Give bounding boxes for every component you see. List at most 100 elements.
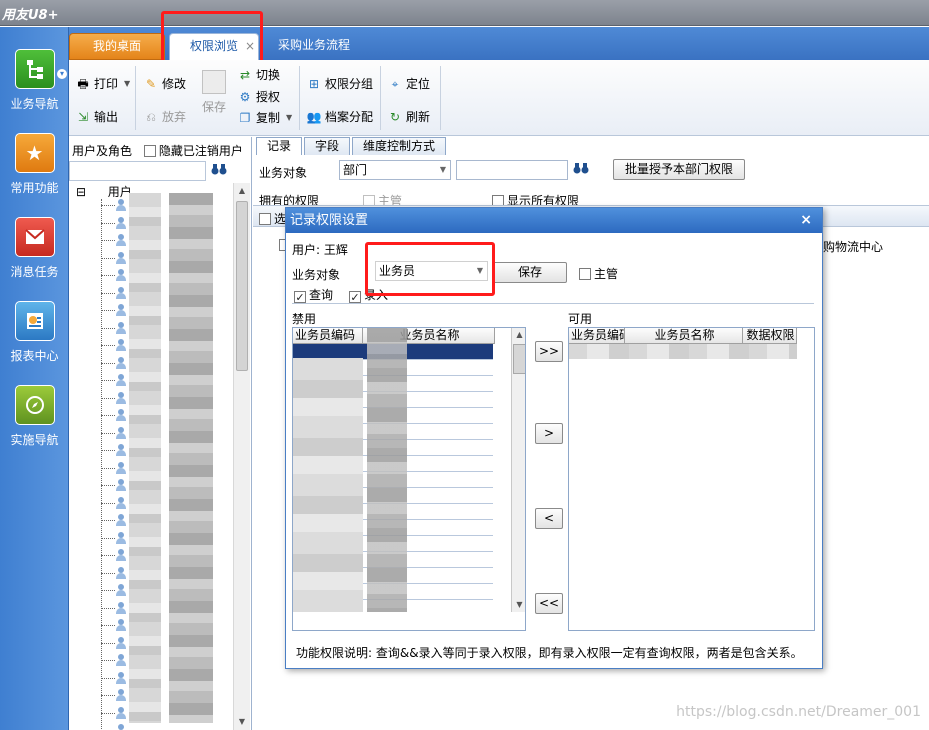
refresh-button[interactable]: ↻ 刷新 bbox=[387, 106, 430, 128]
copy-button[interactable]: ❐ 复制 ▼ bbox=[237, 107, 293, 129]
authorize-button[interactable]: ⚙ 授权 bbox=[237, 86, 280, 108]
user-icon[interactable] bbox=[115, 409, 127, 421]
nav-expand-icon[interactable]: ▾ bbox=[57, 69, 67, 79]
nav-label: 业务导航 bbox=[10, 97, 59, 111]
user-icon[interactable] bbox=[115, 584, 127, 596]
user-icon[interactable] bbox=[115, 461, 127, 474]
available-label: 可用 bbox=[568, 312, 593, 326]
nav-message-tasks[interactable]: 消息任务 bbox=[0, 217, 69, 280]
tab-close-icon[interactable]: × bbox=[245, 34, 255, 59]
dialog-supervisor-checkbox[interactable]: 主管 bbox=[579, 265, 618, 282]
user-icon[interactable] bbox=[115, 549, 127, 561]
user-icon[interactable] bbox=[115, 706, 127, 719]
archive-assign-icon: 👥 bbox=[306, 110, 322, 124]
user-icon[interactable] bbox=[115, 339, 127, 351]
nav-report-center[interactable]: 报表中心 bbox=[0, 301, 69, 364]
user-icon[interactable] bbox=[115, 479, 127, 491]
user-icon[interactable] bbox=[115, 601, 127, 614]
forbidden-list-scrollbar[interactable]: ▲ ▼ bbox=[511, 328, 525, 612]
user-icon[interactable] bbox=[115, 321, 127, 334]
nav-business-navigation[interactable]: 业务导航 bbox=[0, 49, 69, 112]
move-left-button[interactable]: < bbox=[535, 508, 563, 529]
batch-grant-button[interactable]: 批量授予本部门权限 bbox=[613, 159, 745, 180]
close-icon[interactable]: × bbox=[800, 208, 812, 233]
modify-button[interactable]: ✎ 修改 bbox=[143, 73, 186, 95]
tree-expander-icon[interactable]: ⊟ bbox=[76, 185, 86, 199]
subtab-field[interactable]: 字段 bbox=[304, 137, 351, 155]
column-header-name[interactable]: 业务员名称 bbox=[625, 328, 743, 344]
tab-my-desktop[interactable]: 我的桌面 bbox=[69, 33, 165, 60]
switch-button[interactable]: ⇄ 切换 bbox=[237, 64, 280, 86]
dialog-business-object-select[interactable]: 业务员 ▼ bbox=[375, 261, 488, 281]
scroll-up-icon[interactable]: ▲ bbox=[234, 183, 250, 199]
dialog-save-button[interactable]: 保存 bbox=[493, 262, 567, 283]
hide-cancelled-checkbox[interactable]: 隐藏已注销用户 bbox=[143, 144, 243, 158]
checkbox-box[interactable] bbox=[579, 268, 591, 280]
user-icon[interactable] bbox=[115, 531, 127, 544]
user-icon[interactable] bbox=[115, 724, 127, 730]
scrollbar-thumb[interactable] bbox=[236, 201, 248, 371]
tree-connector bbox=[101, 642, 115, 644]
user-icon[interactable] bbox=[115, 216, 127, 229]
column-header-code[interactable]: 业务员编码 bbox=[293, 328, 363, 344]
business-object-select[interactable]: 部门 ▼ bbox=[339, 160, 451, 180]
tab-purchase-process[interactable]: 采购业务流程 bbox=[264, 33, 364, 60]
user-icon[interactable] bbox=[115, 689, 127, 701]
user-icon[interactable] bbox=[115, 619, 127, 631]
binoculars-icon[interactable] bbox=[573, 162, 589, 177]
user-icon[interactable] bbox=[115, 671, 127, 684]
user-icon[interactable] bbox=[115, 496, 127, 509]
tree-root-users[interactable]: ⊟ 用户 bbox=[76, 183, 132, 200]
discard-button[interactable]: ⎌ 放弃 bbox=[143, 106, 186, 128]
permission-group-button[interactable]: ⊞ 权限分组 bbox=[306, 73, 373, 95]
user-icon[interactable] bbox=[115, 286, 127, 299]
scroll-up-icon[interactable]: ▲ bbox=[512, 328, 525, 342]
query-checkbox[interactable]: 查询 bbox=[294, 286, 333, 303]
move-right-button[interactable]: > bbox=[535, 423, 563, 444]
user-icon[interactable] bbox=[115, 654, 127, 666]
select-all-checkbox[interactable]: 选 bbox=[259, 210, 286, 227]
user-icon[interactable] bbox=[115, 234, 127, 246]
nav-implementation-navigation[interactable]: 实施导航 bbox=[0, 385, 69, 448]
tree-scrollbar[interactable]: ▲ ▼ bbox=[233, 183, 250, 730]
entry-checkbox[interactable]: 录入 bbox=[349, 286, 388, 303]
scrollbar-thumb[interactable] bbox=[513, 344, 525, 374]
checkbox-box[interactable] bbox=[143, 145, 156, 157]
checkbox-box[interactable] bbox=[294, 291, 306, 303]
locate-button[interactable]: ⌖ 定位 bbox=[387, 73, 430, 95]
tab-permission-browse[interactable]: 权限浏览 × bbox=[169, 33, 259, 60]
user-icon[interactable] bbox=[115, 514, 127, 526]
user-search-input[interactable] bbox=[69, 161, 206, 181]
column-header-data-permission[interactable]: 数据权限 bbox=[743, 328, 797, 344]
user-tree[interactable]: ⊟ 用户 bbox=[69, 183, 233, 730]
filter-input[interactable] bbox=[456, 160, 568, 180]
user-icon[interactable] bbox=[115, 636, 127, 649]
binoculars-icon[interactable] bbox=[209, 161, 229, 181]
subtab-record[interactable]: 记录 bbox=[256, 137, 303, 155]
user-icon[interactable] bbox=[115, 444, 127, 456]
user-icon[interactable] bbox=[115, 304, 127, 316]
user-icon[interactable] bbox=[115, 374, 127, 386]
checkbox-box[interactable] bbox=[349, 291, 361, 303]
forbidden-list[interactable]: 业务员编码 业务员名称 ▲ ▼ bbox=[292, 327, 526, 631]
user-icon[interactable] bbox=[115, 199, 127, 211]
user-icon[interactable] bbox=[115, 269, 127, 281]
user-icon[interactable] bbox=[115, 356, 127, 369]
user-icon[interactable] bbox=[115, 391, 127, 404]
scroll-down-icon[interactable]: ▼ bbox=[512, 598, 525, 612]
user-icon[interactable] bbox=[115, 566, 127, 579]
available-list[interactable]: 业务员编码 业务员名称 数据权限 bbox=[568, 327, 815, 631]
export-button[interactable]: ⇲ 输出 bbox=[75, 106, 118, 128]
move-all-left-button[interactable]: << bbox=[535, 593, 563, 614]
user-icon[interactable] bbox=[115, 426, 127, 439]
column-header-code[interactable]: 业务员编码 bbox=[569, 328, 625, 344]
user-icon[interactable] bbox=[115, 251, 127, 264]
save-button[interactable]: 保存 bbox=[199, 70, 229, 115]
print-button[interactable]: 🖶 打印 ▼ bbox=[75, 73, 130, 95]
subtab-dimension-control[interactable]: 维度控制方式 bbox=[352, 137, 447, 155]
archive-assign-button[interactable]: 👥 档案分配 bbox=[306, 106, 374, 128]
scroll-down-icon[interactable]: ▼ bbox=[234, 714, 250, 730]
move-all-right-button[interactable]: >> bbox=[535, 341, 563, 362]
nav-common-functions[interactable]: ★ 常用功能 bbox=[0, 133, 69, 196]
checkbox-box[interactable] bbox=[259, 213, 271, 225]
